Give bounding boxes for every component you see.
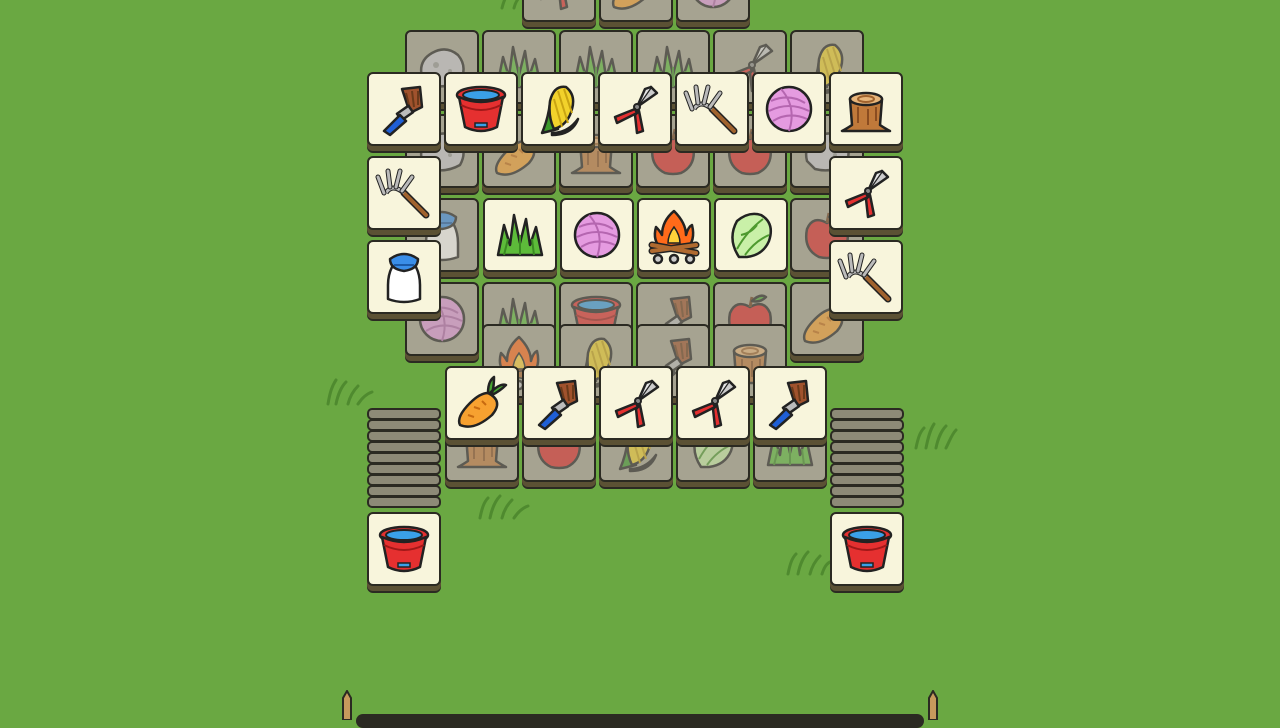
bucket-icon — [837, 519, 897, 579]
stacked-tile-edge — [367, 496, 441, 508]
fence-rail — [356, 714, 924, 728]
grass-icon — [490, 205, 550, 265]
yarn-icon — [567, 205, 627, 265]
rake-icon — [374, 163, 434, 223]
free-tile[interactable] — [830, 512, 904, 586]
free-tile[interactable] — [521, 72, 595, 146]
grass-tuft-icon — [326, 378, 374, 406]
free-tile[interactable] — [637, 198, 711, 272]
free-tile[interactable] — [676, 366, 750, 440]
yarn-icon — [759, 79, 819, 139]
carrot-icon — [452, 373, 512, 433]
free-tile[interactable] — [753, 366, 827, 440]
campfire-icon — [644, 205, 704, 265]
fence-post — [928, 690, 938, 720]
rake-icon — [682, 79, 742, 139]
milk-bottle-icon — [374, 247, 434, 307]
grass-tuft-icon — [914, 422, 958, 450]
blocked-tile — [522, 0, 596, 22]
free-tile[interactable] — [675, 72, 749, 146]
free-tile[interactable] — [367, 512, 441, 586]
free-tile[interactable] — [522, 366, 596, 440]
free-tile[interactable] — [829, 72, 903, 146]
corn-icon — [528, 79, 588, 139]
brush-icon — [374, 79, 434, 139]
stacked-tile-edge — [830, 496, 904, 508]
pruner-icon — [606, 373, 666, 433]
lettuce-icon — [721, 205, 781, 265]
pruner-icon — [529, 0, 589, 15]
grass-tuft-icon — [786, 550, 832, 576]
pruner-icon — [683, 373, 743, 433]
blocked-tile — [599, 0, 673, 22]
free-tile[interactable] — [829, 240, 903, 314]
bucket-icon — [374, 519, 434, 579]
fence-post — [342, 690, 352, 720]
free-tile[interactable] — [367, 156, 441, 230]
free-tile[interactable] — [560, 198, 634, 272]
pruner-icon — [605, 79, 665, 139]
free-tile[interactable] — [752, 72, 826, 146]
free-tile[interactable] — [829, 156, 903, 230]
free-tile[interactable] — [483, 198, 557, 272]
blocked-tile — [676, 0, 750, 22]
brush-icon — [760, 373, 820, 433]
free-tile[interactable] — [598, 72, 672, 146]
rake-icon — [836, 247, 896, 307]
free-tile[interactable] — [444, 72, 518, 146]
free-tile[interactable] — [367, 240, 441, 314]
yarn-icon — [683, 0, 743, 15]
grass-tuft-icon — [478, 494, 530, 520]
free-tile[interactable] — [445, 366, 519, 440]
brush-icon — [529, 373, 589, 433]
free-tile[interactable] — [714, 198, 788, 272]
bucket-icon — [451, 79, 511, 139]
game-board — [0, 0, 1280, 728]
free-tile[interactable] — [367, 72, 441, 146]
stump-icon — [836, 79, 896, 139]
carrot-icon — [606, 0, 666, 15]
pruner-icon — [836, 163, 896, 223]
free-tile[interactable] — [599, 366, 673, 440]
